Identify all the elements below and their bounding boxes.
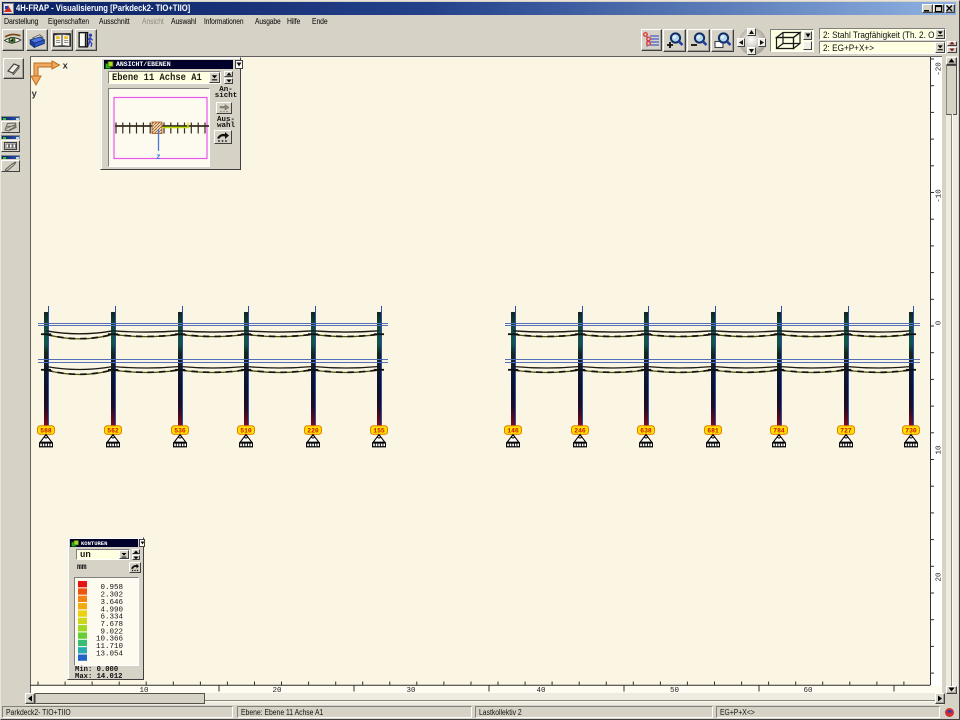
svg-text:784: 784	[773, 428, 785, 435]
svg-text:-10: -10	[936, 189, 943, 203]
svg-text:y: y	[32, 90, 38, 100]
svg-text:0: 0	[936, 320, 943, 325]
svg-text:246: 246	[574, 428, 586, 435]
svg-text:20: 20	[936, 572, 943, 582]
svg-text:727: 727	[840, 428, 852, 435]
svg-text:562: 562	[107, 428, 119, 435]
svg-text:681: 681	[707, 428, 719, 435]
svg-text:155: 155	[373, 428, 385, 435]
svg-text:10: 10	[936, 445, 943, 455]
svg-text:146: 146	[507, 428, 519, 435]
svg-text:510: 510	[240, 428, 252, 435]
svg-text:13.054: 13.054	[96, 650, 124, 658]
svg-text:z: z	[156, 153, 161, 162]
svg-text:638: 638	[640, 428, 652, 435]
svg-text:-20: -20	[936, 62, 943, 76]
svg-text:588: 588	[40, 428, 52, 435]
svg-text:536: 536	[174, 428, 186, 435]
svg-text:730: 730	[905, 428, 917, 435]
svg-text:220: 220	[307, 428, 319, 435]
svg-text:x: x	[63, 62, 69, 72]
